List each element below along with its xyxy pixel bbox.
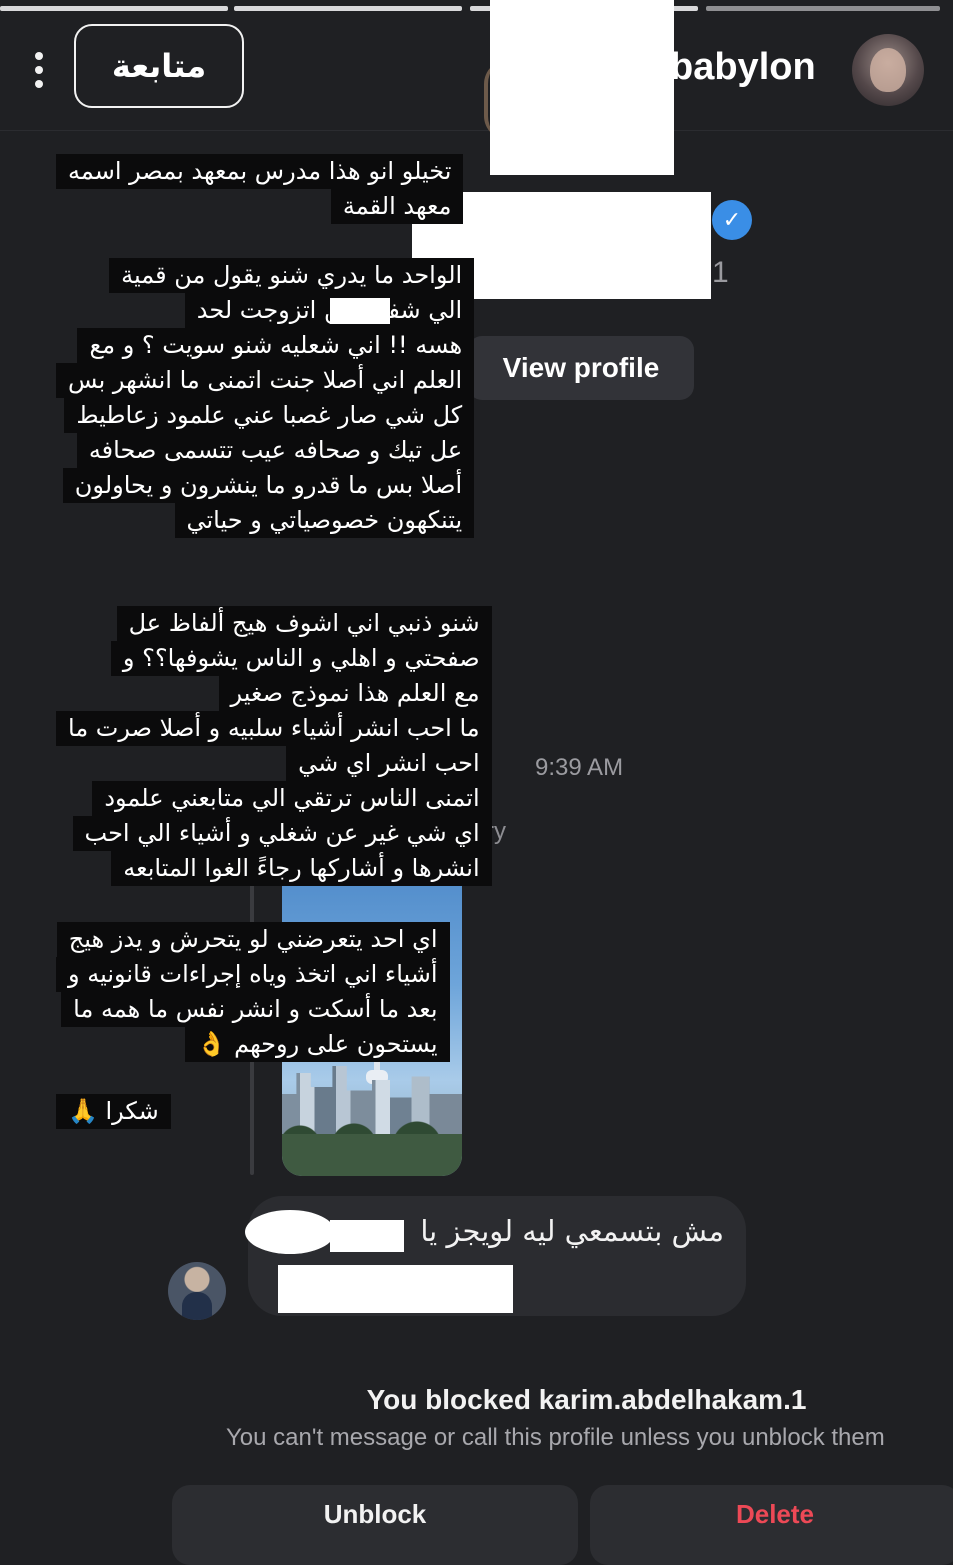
view-profile-button[interactable]: View profile <box>468 336 694 400</box>
story-progress-segment <box>234 6 462 11</box>
story-text-block: اي احد يتعرضني لو يتحرش و يدز هيج أشياء … <box>56 922 450 1062</box>
unblock-button[interactable]: Unblock <box>172 1485 578 1565</box>
story-text-block: الواحد ما يدري شنو يقول من قمية الي شفته… <box>56 258 475 538</box>
story-text-line: أشياء اني اتخذ وياه إجراءات قانونيه و <box>56 957 450 992</box>
story-text-line: يتنكهون خصوصياتي و حياتي <box>174 503 475 538</box>
story-text-line: مع العلم هذا نموذج صغير <box>218 676 492 711</box>
story-text-line: الواحد ما يدري شنو يقول من قمية <box>109 258 475 293</box>
story-text-line: تخيلو انو هذا مدرس بمعهد بمصر اسمه <box>56 154 464 189</box>
verified-badge-icon: ✓ <box>712 200 752 240</box>
blocked-notice-subtitle: You can't message or call this profile u… <box>226 1424 885 1451</box>
sender-avatar[interactable] <box>168 1262 226 1320</box>
story-text-line: انشرها و أشاركها رجاءً الغوا المتابعه <box>111 851 492 886</box>
story-text-line: معهد القمة <box>330 189 464 224</box>
redaction-box <box>490 0 674 175</box>
story-text-line: أصلا بس ما قدرو ما ينشرون و يحاولون <box>62 468 475 503</box>
more-options-icon[interactable] <box>24 48 54 92</box>
message-text: مش بتسمعي ليه لويجز يا <box>420 1214 724 1248</box>
redaction-box <box>330 1220 404 1252</box>
story-text-line: اي شي غير عن شغلي و أشياء الي احب <box>72 816 492 851</box>
follow-button[interactable]: متابعة <box>74 24 244 108</box>
redaction-box <box>330 298 390 324</box>
story-text-line: بعد ما أسكت و انشر نفس ما همه ما <box>61 992 450 1027</box>
story-progress-segment <box>0 6 228 11</box>
story-text-line: يستحون على روحهم 👌 <box>184 1027 450 1062</box>
story-text-line: احب انشر اي شي <box>286 746 492 781</box>
story-text-line: كل شي صار غصبا عني علمود زعاطيط <box>64 398 475 433</box>
story-text-line: شنو ذنبي اني اشوف هيج ألفاظ عل <box>116 606 492 641</box>
story-text-line: اي احد يتعرضني لو يتحرش و يدز هيج <box>56 922 450 957</box>
delete-button[interactable]: Delete <box>590 1485 953 1565</box>
story-text-line: صفحتي و اهلي و الناس يشوفها؟؟ و <box>110 641 492 676</box>
blocked-notice-title: You blocked karim.abdelhakam.1 <box>366 1384 807 1415</box>
story-progress-segment <box>706 6 940 11</box>
story-text-line: عل تيك و صحافه عيب تتسمى صحافه <box>76 433 475 468</box>
story-text-line: هسه !! اني شعليه شنو سويت ؟ و مع <box>77 328 475 363</box>
story-text-line: ما احب انشر أشياء سلبيه و أصلا صرت ما <box>56 711 492 746</box>
story-text-block: شنو ذنبي اني اشوف هيج ألفاظ عل صفحتي و ا… <box>56 606 492 886</box>
story-text-block: شكرا 🙏 <box>56 1094 171 1129</box>
story-text-line: العلم اني أصلا جنت اتمنى ما انشهر بس <box>56 363 475 398</box>
chat-header: متابعة babylon <box>0 20 953 140</box>
story-progress-bars <box>0 6 943 12</box>
story-text-block: تخيلو انو هذا مدرس بمعهد بمصر اسمه معهد … <box>56 154 464 224</box>
redaction-box <box>278 1265 513 1313</box>
redaction-scribble <box>245 1210 335 1254</box>
profile-handle-suffix: 1 <box>712 256 729 289</box>
story-text-line: اتمنى الناس ترتقي الي متابعني علمود <box>92 781 492 816</box>
avatar[interactable] <box>852 34 924 106</box>
chat-username[interactable]: babylon <box>670 46 816 89</box>
message-timestamp: 9:39 AM <box>535 754 624 781</box>
story-text-line: شكرا 🙏 <box>56 1094 171 1129</box>
